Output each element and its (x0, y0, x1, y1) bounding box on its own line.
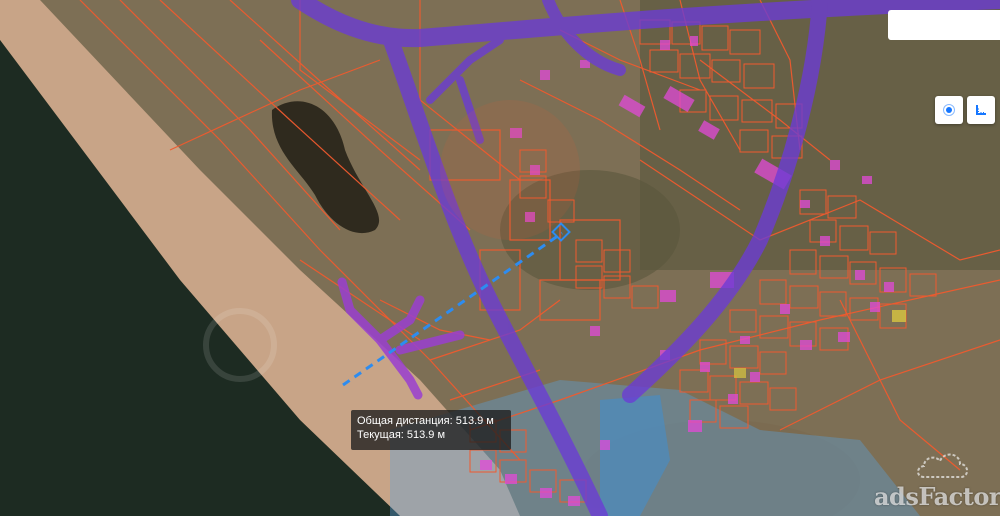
buffer-zone (440, 100, 580, 240)
current-distance-text: Текущая: 513.9 м (357, 429, 446, 441)
total-distance-text: Общая дистанция: 513.9 м (357, 415, 494, 427)
ruler-button[interactable] (967, 96, 995, 124)
ruler-icon (976, 105, 986, 115)
locate-button[interactable] (935, 96, 963, 124)
cloud-icon (917, 453, 968, 478)
watermark-logo: adsFactory (874, 482, 1000, 511)
locate-icon (943, 104, 955, 116)
measure-tooltip: Общая дистанция: 513.9 м Текущая: 513.9 … (351, 410, 511, 450)
search-input[interactable] (888, 10, 1000, 40)
